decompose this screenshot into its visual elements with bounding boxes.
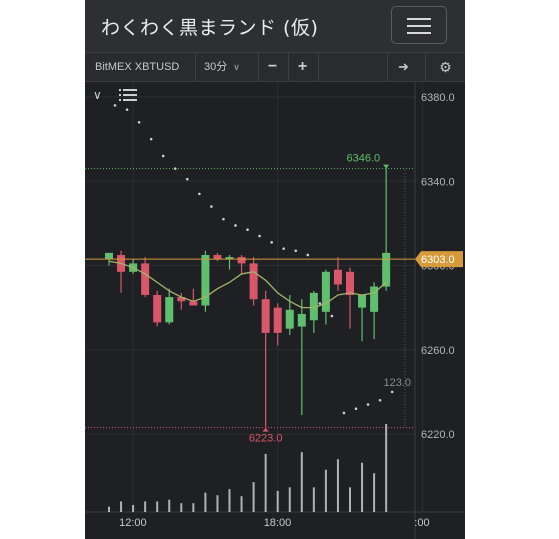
sar-dot [222, 217, 225, 221]
volume-bar [276, 490, 279, 512]
price-tick-label: 6340.0 [421, 176, 455, 188]
high-marker-arrow [383, 164, 390, 169]
app-title: わくわく黒まランド (仮) [101, 17, 319, 39]
interval-select[interactable]: 30分 ∨ [195, 53, 251, 81]
volume-bar [108, 506, 110, 512]
price-tick-label: 6380.0 [421, 92, 455, 104]
low-marker-arrow [262, 427, 269, 432]
menu-button[interactable] [391, 6, 447, 44]
sar-dot [378, 399, 382, 402]
volume-bar [240, 496, 243, 512]
chevron-down-icon[interactable]: ∨ [93, 88, 102, 102]
volume-bar [228, 489, 231, 512]
candle-body [285, 309, 294, 329]
volume-bar [264, 453, 267, 512]
sar-dot [294, 249, 298, 253]
chevron-down-icon: ∨ [233, 62, 240, 72]
time-tick-label: 18:00 [264, 517, 292, 529]
volume-value-label: 123.0 [383, 377, 411, 389]
sar-dot [198, 192, 201, 196]
candle-body [321, 271, 330, 312]
volume-bar [192, 503, 195, 512]
sar-dot [234, 224, 237, 227]
sar-dot [354, 407, 358, 411]
volume-bar [349, 487, 351, 512]
gear-icon: ⚙ [439, 59, 452, 75]
candle-body [249, 263, 258, 300]
volume-bar [168, 499, 171, 512]
price-tick-label: 6220.0 [421, 429, 455, 441]
sar-dot [330, 314, 334, 318]
candle-body [105, 252, 113, 260]
time-tick-label: :00 [414, 517, 429, 529]
sar-dot [390, 390, 394, 394]
volume-bar [216, 495, 219, 512]
current-price-label: 6303.0 [421, 254, 455, 266]
sar-dot [318, 302, 322, 305]
chart-toolbar: BitMEX XBTUSD 30分 ∨ − + ➜ ⚙ [85, 53, 465, 82]
volume-bar [385, 424, 388, 512]
sar-dot [282, 247, 285, 250]
candle-body [261, 299, 270, 333]
volume-bar [373, 473, 376, 512]
candle-body [358, 294, 367, 308]
volume-bar [132, 504, 135, 512]
volume-bar [312, 487, 315, 512]
candle-body [237, 257, 246, 264]
moving-average-line [108, 260, 387, 309]
sar-dot [342, 411, 346, 415]
candle-body [141, 263, 150, 295]
list-icon[interactable] [119, 88, 137, 102]
high-price-label: 6346.0 [346, 153, 380, 165]
interval-value: 30分 [204, 61, 228, 73]
volume-bar [144, 501, 147, 512]
arrow-right-icon: ➜ [398, 59, 409, 74]
sar-dot [149, 137, 153, 141]
time-tick-label: 12:00 [119, 517, 147, 529]
app-screen: わくわく黒まランド (仮) BitMEX XBTUSD 30分 ∨ − + ➜ ⚙… [85, 0, 465, 539]
volume-bar [252, 482, 255, 512]
sar-dot [210, 205, 213, 208]
sar-dot [137, 120, 141, 124]
sar-dot [366, 403, 370, 406]
sar-dot [173, 167, 177, 170]
candle-body [153, 294, 162, 323]
settings-button[interactable]: ⚙ [425, 53, 465, 81]
candle-body [382, 252, 391, 287]
candle-body [297, 313, 306, 327]
candle-body [273, 307, 282, 333]
volume-bar [180, 503, 183, 512]
chart-area[interactable]: 6380.06340.06300.06260.06220.06303.06346… [85, 82, 465, 539]
low-price-label: 6223.0 [249, 433, 283, 445]
sar-dot [113, 104, 117, 107]
zoom-in-button[interactable]: + [288, 53, 316, 81]
app-header: わくわく黒まランド (仮) [85, 0, 465, 53]
volume-bar [324, 469, 327, 512]
volume-bar [288, 487, 291, 512]
sar-dot [125, 108, 129, 111]
volume-bar [156, 501, 159, 512]
candle-body [165, 297, 174, 323]
sar-dot [270, 241, 273, 244]
sar-dot [246, 228, 249, 231]
sar-dot [306, 253, 310, 257]
candle-body [333, 269, 342, 285]
candle-body [213, 254, 222, 260]
toolbar-divider [318, 53, 319, 81]
sar-dot [161, 154, 165, 158]
sar-dot [186, 177, 189, 181]
volume-bar [300, 452, 303, 512]
price-chart[interactable]: 6380.06340.06300.06260.06220.06303.06346… [85, 82, 465, 539]
symbol-label[interactable]: BitMEX XBTUSD [95, 53, 179, 81]
zoom-out-button[interactable]: − [258, 53, 286, 81]
volume-bar [336, 459, 339, 512]
sar-dot [258, 234, 261, 238]
scroll-to-latest-button[interactable]: ➜ [387, 53, 419, 81]
volume-bar [361, 462, 364, 512]
price-tick-label: 6260.0 [421, 345, 455, 357]
volume-bar [204, 492, 207, 512]
volume-bar [120, 501, 123, 512]
candle-body [346, 271, 354, 295]
